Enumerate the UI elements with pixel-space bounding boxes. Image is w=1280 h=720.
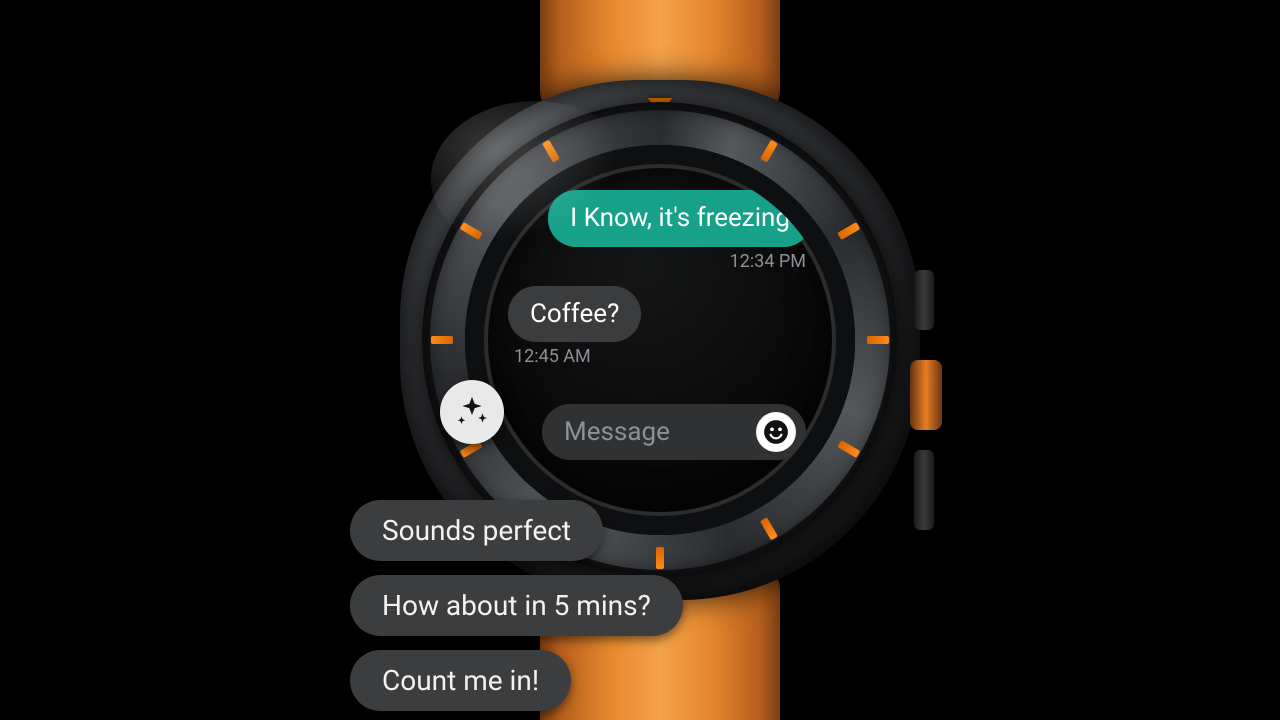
compose-bar[interactable]: Message	[542, 404, 806, 460]
watch-crown-button	[910, 360, 942, 430]
watch-side-button-upper	[914, 270, 934, 330]
smart-reply-list: Sounds perfect How about in 5 mins? Coun…	[350, 500, 683, 711]
smiley-icon	[763, 419, 789, 445]
bezel-tick	[542, 140, 560, 163]
chat-thread: I Know, it's freezing 12:34 PM Coffee? 1…	[508, 190, 812, 381]
message-outgoing-bubble[interactable]: I Know, it's freezing	[548, 190, 812, 247]
smart-reply-chip[interactable]: Count me in!	[350, 650, 571, 711]
bezel-tick	[837, 222, 860, 240]
ai-suggest-button[interactable]	[440, 380, 504, 444]
bezel-tick	[760, 517, 778, 540]
message-outgoing-time: 12:34 PM	[514, 251, 806, 272]
bezel-tick	[760, 140, 778, 163]
watch-screen[interactable]: I Know, it's freezing 12:34 PM Coffee? 1…	[484, 164, 836, 516]
bezel-tick	[837, 440, 860, 458]
product-render-stage: I Know, it's freezing 12:34 PM Coffee? 1…	[0, 0, 1280, 720]
message-incoming-bubble[interactable]: Coffee?	[508, 286, 641, 343]
bezel-tick	[867, 336, 889, 344]
sparkle-icon	[454, 394, 490, 430]
message-incoming-time: 12:45 AM	[514, 346, 806, 367]
bezel-tick	[460, 222, 483, 240]
bezel-tick	[431, 336, 453, 344]
smart-reply-chip[interactable]: How about in 5 mins?	[350, 575, 683, 636]
smart-reply-chip[interactable]: Sounds perfect	[350, 500, 603, 561]
watch-side-button-lower	[914, 450, 934, 530]
compose-placeholder: Message	[564, 417, 756, 447]
emoji-button[interactable]	[756, 412, 796, 452]
message-incoming-row: Coffee? 12:45 AM	[508, 286, 812, 368]
message-outgoing-row: I Know, it's freezing 12:34 PM	[508, 190, 812, 272]
